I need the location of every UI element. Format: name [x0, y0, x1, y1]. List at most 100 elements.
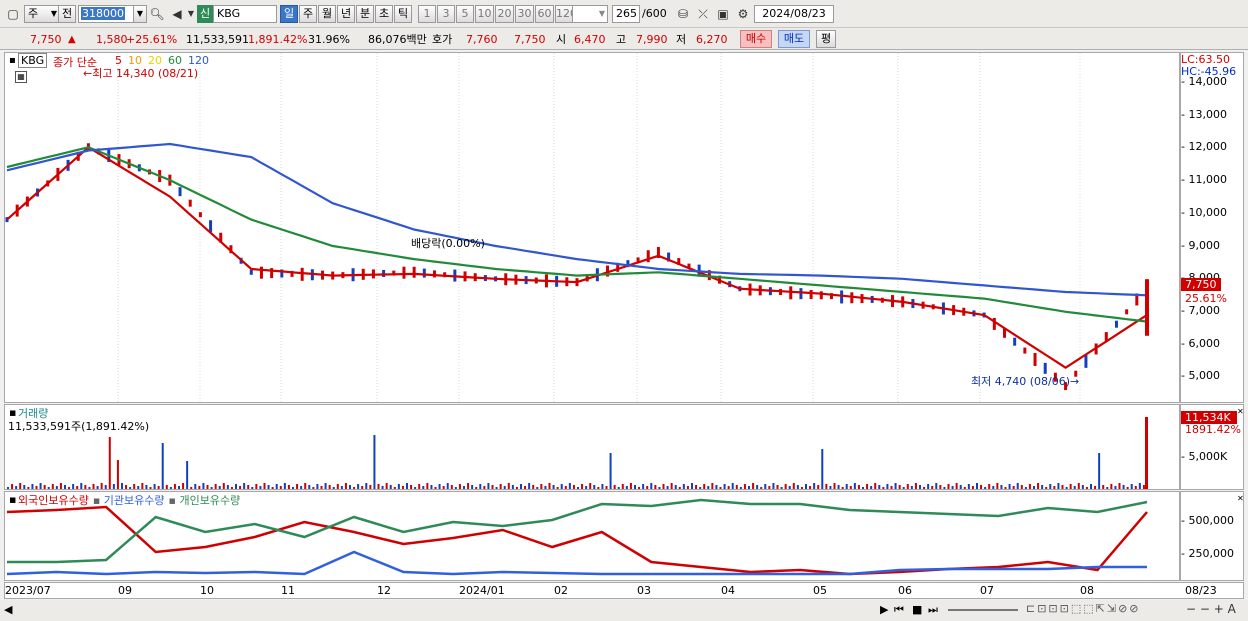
volume-bar: [735, 485, 738, 489]
tab-1[interactable]: 주: [299, 5, 317, 23]
volume-bar: [792, 483, 795, 489]
tab-5[interactable]: 초: [375, 5, 393, 23]
volume-bar: [1122, 485, 1125, 489]
volume-panel[interactable]: ▪ 거래량 11,533,591주(1,891.42%): [4, 404, 1180, 490]
navigation-bar: ◀ ▶ ⏮ ■ ⏭ ⊏⊡⊡⊡⬚⬚⇱⇲⊘⊘ − − + A: [0, 600, 1248, 621]
volume-bar: [752, 483, 755, 489]
search-icon[interactable]: 🔍︎: [148, 5, 166, 23]
buy-button[interactable]: 매수: [740, 30, 772, 48]
period-button-5[interactable]: 5: [456, 5, 474, 23]
code-input[interactable]: 318000: [78, 5, 134, 23]
volume-bar: [1118, 483, 1121, 489]
ask-value: 7,750: [514, 33, 546, 46]
volume-bar: [454, 487, 457, 489]
candle: [433, 270, 436, 278]
volume-bar: [923, 487, 926, 489]
volume-bar: [23, 485, 26, 489]
save-icon[interactable]: ▣: [714, 5, 732, 23]
prev-button[interactable]: 전: [58, 5, 76, 23]
legend-marker-icon: ▪: [168, 494, 180, 507]
stock-name-field[interactable]: KBG: [213, 5, 277, 23]
count-input[interactable]: 265: [612, 5, 640, 23]
price-tick: - 13,000: [1181, 107, 1227, 121]
ma-line-60: [6, 146, 1148, 323]
volume-bar: [919, 485, 921, 489]
volume-bar: [214, 484, 217, 489]
code-tag: KBG: [18, 53, 48, 68]
holdings-panel[interactable]: ▪ 외국인보유수량 ▪ 기관보유수량 ▪ 개인보유수량: [4, 491, 1180, 581]
sell-button[interactable]: 매도: [778, 30, 810, 48]
panel-menu-icon[interactable]: ▪: [9, 55, 16, 66]
window-icon[interactable]: ▢: [4, 5, 22, 23]
volume-bar: [55, 486, 58, 489]
volume-bar: [678, 487, 681, 489]
tab-2[interactable]: 월: [318, 5, 336, 23]
price-tick: - 5,000: [1181, 369, 1220, 383]
scroll-right-icon[interactable]: ▶: [880, 603, 888, 616]
tab-0[interactable]: 일: [280, 5, 298, 23]
volume-bar: [27, 487, 30, 489]
zoom-controls[interactable]: − − + A: [1186, 602, 1236, 616]
volume-bar: [434, 487, 437, 489]
holdings-legend-item: 외국인보유수량: [18, 494, 89, 507]
scrollbar-track[interactable]: [16, 608, 876, 612]
volume-bar: [487, 483, 490, 489]
volume-bar: [304, 483, 307, 489]
zoom-slider[interactable]: [948, 609, 1018, 611]
crosshair-icon[interactable]: ⤫: [694, 5, 712, 23]
price-panel[interactable]: ▪ KBG ▦ 종가 단순 5 10 20 60 120 ←최고 14,340 (08/…: [4, 52, 1180, 403]
candle: [178, 187, 182, 197]
period-button-10[interactable]: 10: [475, 5, 494, 23]
volume-bar: [943, 487, 946, 489]
volume-bar: [1012, 486, 1015, 489]
period-button-1[interactable]: 1: [418, 5, 436, 23]
period-button-20[interactable]: 20: [495, 5, 514, 23]
period-button-60[interactable]: 60: [535, 5, 554, 23]
extra-select[interactable]: ▼: [572, 5, 608, 23]
volume-bar: [450, 485, 453, 489]
volume-bar: [629, 483, 632, 489]
tab-3[interactable]: 년: [337, 5, 355, 23]
volume-bar: [235, 484, 237, 489]
period-button-3[interactable]: 3: [437, 5, 455, 23]
date-input[interactable]: 2024/08/23: [754, 5, 834, 23]
candle-icon[interactable]: ⛁: [674, 5, 692, 23]
volume-bar: [532, 485, 535, 489]
scroll-left-icon[interactable]: ◀: [4, 603, 12, 616]
holdings-tick-label-2: 250,000: [1188, 547, 1234, 560]
volume-bar: [739, 487, 742, 489]
holdings-tick-1: - 500,000: [1181, 514, 1234, 527]
period-button-30[interactable]: 30: [515, 5, 534, 23]
holdings-y-axis: ✕ - 500,000 - 250,000: [1180, 491, 1244, 581]
x-axis-label: 2023/07: [5, 584, 51, 597]
volume-bar: [336, 484, 339, 489]
code-dropdown-button[interactable]: ▼: [133, 5, 147, 23]
tab-6[interactable]: 틱: [394, 5, 412, 23]
stop-icon[interactable]: ■: [912, 603, 922, 616]
period-select[interactable]: 주 ▼: [24, 5, 60, 23]
volume-bar: [662, 484, 665, 489]
volume-bar: [743, 484, 746, 489]
volume-bar: [1057, 483, 1060, 489]
volume-bar: [467, 483, 470, 489]
drawing-tools[interactable]: ⊏⊡⊡⊡⬚⬚⇱⇲⊘⊘: [1026, 602, 1141, 615]
eval-button[interactable]: 평: [816, 30, 836, 48]
volume-bar: [169, 487, 172, 489]
volume-bar: [369, 485, 372, 489]
volume-bar: [198, 486, 201, 489]
holdings-tick-2: - 250,000: [1181, 547, 1234, 560]
volume-bar: [572, 485, 575, 489]
volume-bar: [92, 484, 95, 489]
panel-menu-icon[interactable]: ▪: [9, 493, 16, 506]
tab-4[interactable]: 분: [356, 5, 374, 23]
volume-bar: [796, 485, 799, 489]
close-icon[interactable]: ✕: [1237, 494, 1244, 503]
forward-icon[interactable]: ⏭: [928, 603, 938, 617]
close-icon[interactable]: ✕: [1237, 407, 1244, 416]
volume-bar: [479, 484, 482, 489]
volume-bar: [259, 486, 262, 489]
volume-value: 11,533,591주(1,891.42%): [8, 420, 150, 433]
rewind-icon[interactable]: ⏮: [894, 603, 904, 617]
gear-icon[interactable]: ⚙: [734, 5, 752, 23]
grid-icon[interactable]: ▦: [15, 71, 27, 83]
